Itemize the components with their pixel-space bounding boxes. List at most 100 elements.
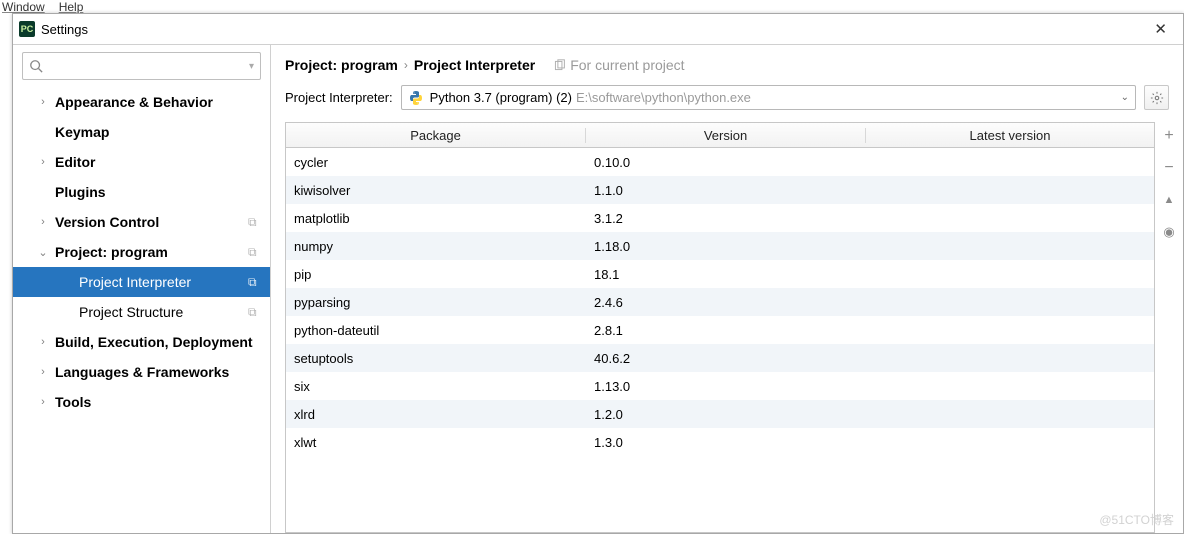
cell-ver: 1.13.0 (586, 379, 866, 394)
sidebar-item-label: Project Structure (79, 304, 248, 320)
sidebar-item-label: Project Interpreter (79, 274, 248, 290)
search-field[interactable] (47, 59, 249, 74)
table-row[interactable]: six1.13.0 (286, 372, 1154, 400)
cell-pkg: pip (286, 267, 586, 282)
sidebar-item-label: Keymap (55, 124, 262, 140)
chevron-icon: › (31, 216, 55, 228)
project-scope-icon: ⧉ (248, 275, 262, 290)
cell-pkg: cycler (286, 155, 586, 170)
sidebar-item-build-execution-deployment[interactable]: ›Build, Execution, Deployment⧉ (13, 327, 270, 357)
cell-pkg: numpy (286, 239, 586, 254)
gear-icon (1150, 91, 1164, 105)
sidebar-item-project-structure[interactable]: Project Structure⧉ (13, 297, 270, 327)
sidebar-item-plugins[interactable]: Plugins⧉ (13, 177, 270, 207)
cell-ver: 2.8.1 (586, 323, 866, 338)
breadcrumb-leaf: Project Interpreter (414, 57, 535, 73)
cell-ver: 1.1.0 (586, 183, 866, 198)
col-package[interactable]: Package (286, 128, 586, 143)
table-row[interactable]: matplotlib3.1.2 (286, 204, 1154, 232)
python-icon (408, 90, 424, 106)
background-menubar: Window Help (0, 0, 83, 13)
project-scope-icon: ⧉ (248, 305, 262, 320)
sidebar-item-tools[interactable]: ›Tools⧉ (13, 387, 270, 417)
sidebar-item-label: Version Control (55, 214, 248, 230)
sidebar-item-appearance-behavior[interactable]: ›Appearance & Behavior⧉ (13, 87, 270, 117)
show-early-releases-button[interactable]: ◉ (1159, 222, 1179, 242)
project-scope-icon: ⧉ (248, 245, 262, 260)
interpreter-path: E:\software\python\python.exe (576, 90, 751, 105)
col-latest[interactable]: Latest version (866, 128, 1154, 143)
sidebar-item-project-interpreter[interactable]: Project Interpreter⧉ (13, 267, 270, 297)
table-row[interactable]: kiwisolver1.1.0 (286, 176, 1154, 204)
sidebar-item-keymap[interactable]: Keymap⧉ (13, 117, 270, 147)
table-row[interactable]: python-dateutil2.8.1 (286, 316, 1154, 344)
cell-ver: 1.2.0 (586, 407, 866, 422)
search-input[interactable]: ▾ (22, 52, 261, 80)
sidebar-item-label: Languages & Frameworks (55, 364, 262, 380)
chevron-right-icon: › (404, 58, 408, 72)
cell-ver: 0.10.0 (586, 155, 866, 170)
breadcrumb: Project: program › Project Interpreter F… (271, 45, 1183, 85)
chevron-icon: › (31, 156, 55, 168)
project-scope-icon: ⧉ (248, 215, 262, 230)
table-row[interactable]: xlrd1.2.0 (286, 400, 1154, 428)
sidebar-item-label: Build, Execution, Deployment (55, 334, 262, 350)
settings-window: PC Settings ✕ ▾ ›Appearance & Behavior⧉K… (12, 13, 1184, 534)
interpreter-name: Python 3.7 (program) (2) (430, 90, 572, 105)
for-current-project-label: For current project (553, 57, 684, 73)
interpreter-row: Project Interpreter: Python 3.7 (program… (271, 85, 1183, 122)
copy-icon (553, 59, 566, 72)
cell-pkg: six (286, 379, 586, 394)
cell-ver: 2.4.6 (586, 295, 866, 310)
sidebar-item-label: Tools (55, 394, 262, 410)
cell-ver: 40.6.2 (586, 351, 866, 366)
sidebar-item-editor[interactable]: ›Editor⧉ (13, 147, 270, 177)
sidebar-item-languages-frameworks[interactable]: ›Languages & Frameworks⧉ (13, 357, 270, 387)
cell-pkg: kiwisolver (286, 183, 586, 198)
cell-pkg: python-dateutil (286, 323, 586, 338)
sidebar-item-label: Appearance & Behavior (55, 94, 262, 110)
interpreter-label: Project Interpreter: (285, 90, 393, 105)
table-header: Package Version Latest version (286, 123, 1154, 148)
close-icon[interactable]: ✕ (1144, 18, 1177, 40)
chevron-icon: › (31, 336, 55, 348)
cell-pkg: xlrd (286, 407, 586, 422)
table-body: cycler0.10.0kiwisolver1.1.0matplotlib3.1… (286, 148, 1154, 532)
sidebar-item-label: Plugins (55, 184, 262, 200)
cell-pkg: pyparsing (286, 295, 586, 310)
watermark: @51CTO博客 (1099, 511, 1174, 528)
table-row[interactable]: pip18.1 (286, 260, 1154, 288)
table-row[interactable]: setuptools40.6.2 (286, 344, 1154, 372)
main-panel: Project: program › Project Interpreter F… (271, 45, 1183, 533)
table-row[interactable]: xlwt1.3.0 (286, 428, 1154, 456)
cell-pkg: setuptools (286, 351, 586, 366)
interpreter-select[interactable]: Python 3.7 (program) (2) E:\software\pyt… (401, 85, 1136, 110)
gear-button[interactable] (1144, 85, 1169, 110)
remove-package-button[interactable]: − (1159, 158, 1179, 178)
settings-sidebar: ▾ ›Appearance & Behavior⧉Keymap⧉›Editor⧉… (13, 45, 271, 533)
titlebar: PC Settings ✕ (13, 14, 1183, 45)
menu-item: Help (59, 0, 84, 13)
cell-ver: 3.1.2 (586, 211, 866, 226)
add-package-button[interactable]: + (1159, 126, 1179, 146)
chevron-down-icon: ⌄ (1121, 92, 1129, 103)
table-row[interactable]: numpy1.18.0 (286, 232, 1154, 260)
col-version[interactable]: Version (586, 128, 866, 143)
sidebar-item-label: Editor (55, 154, 262, 170)
search-icon (29, 59, 43, 73)
packages-table: Package Version Latest version cycler0.1… (285, 122, 1155, 533)
settings-tree: ›Appearance & Behavior⧉Keymap⧉›Editor⧉Pl… (13, 87, 270, 533)
upgrade-package-button[interactable]: ▲ (1159, 190, 1179, 210)
sidebar-item-label: Project: program (55, 244, 248, 260)
chevron-icon: › (31, 366, 55, 378)
table-row[interactable]: pyparsing2.4.6 (286, 288, 1154, 316)
table-side-toolbar: + − ▲ ◉ (1155, 122, 1183, 533)
sidebar-item-version-control[interactable]: ›Version Control⧉ (13, 207, 270, 237)
cell-pkg: matplotlib (286, 211, 586, 226)
table-row[interactable]: cycler0.10.0 (286, 148, 1154, 176)
pycharm-icon: PC (19, 21, 35, 37)
sidebar-item-project-program[interactable]: ⌄Project: program⧉ (13, 237, 270, 267)
cell-ver: 1.3.0 (586, 435, 866, 450)
chevron-icon: › (31, 396, 55, 408)
cell-pkg: xlwt (286, 435, 586, 450)
